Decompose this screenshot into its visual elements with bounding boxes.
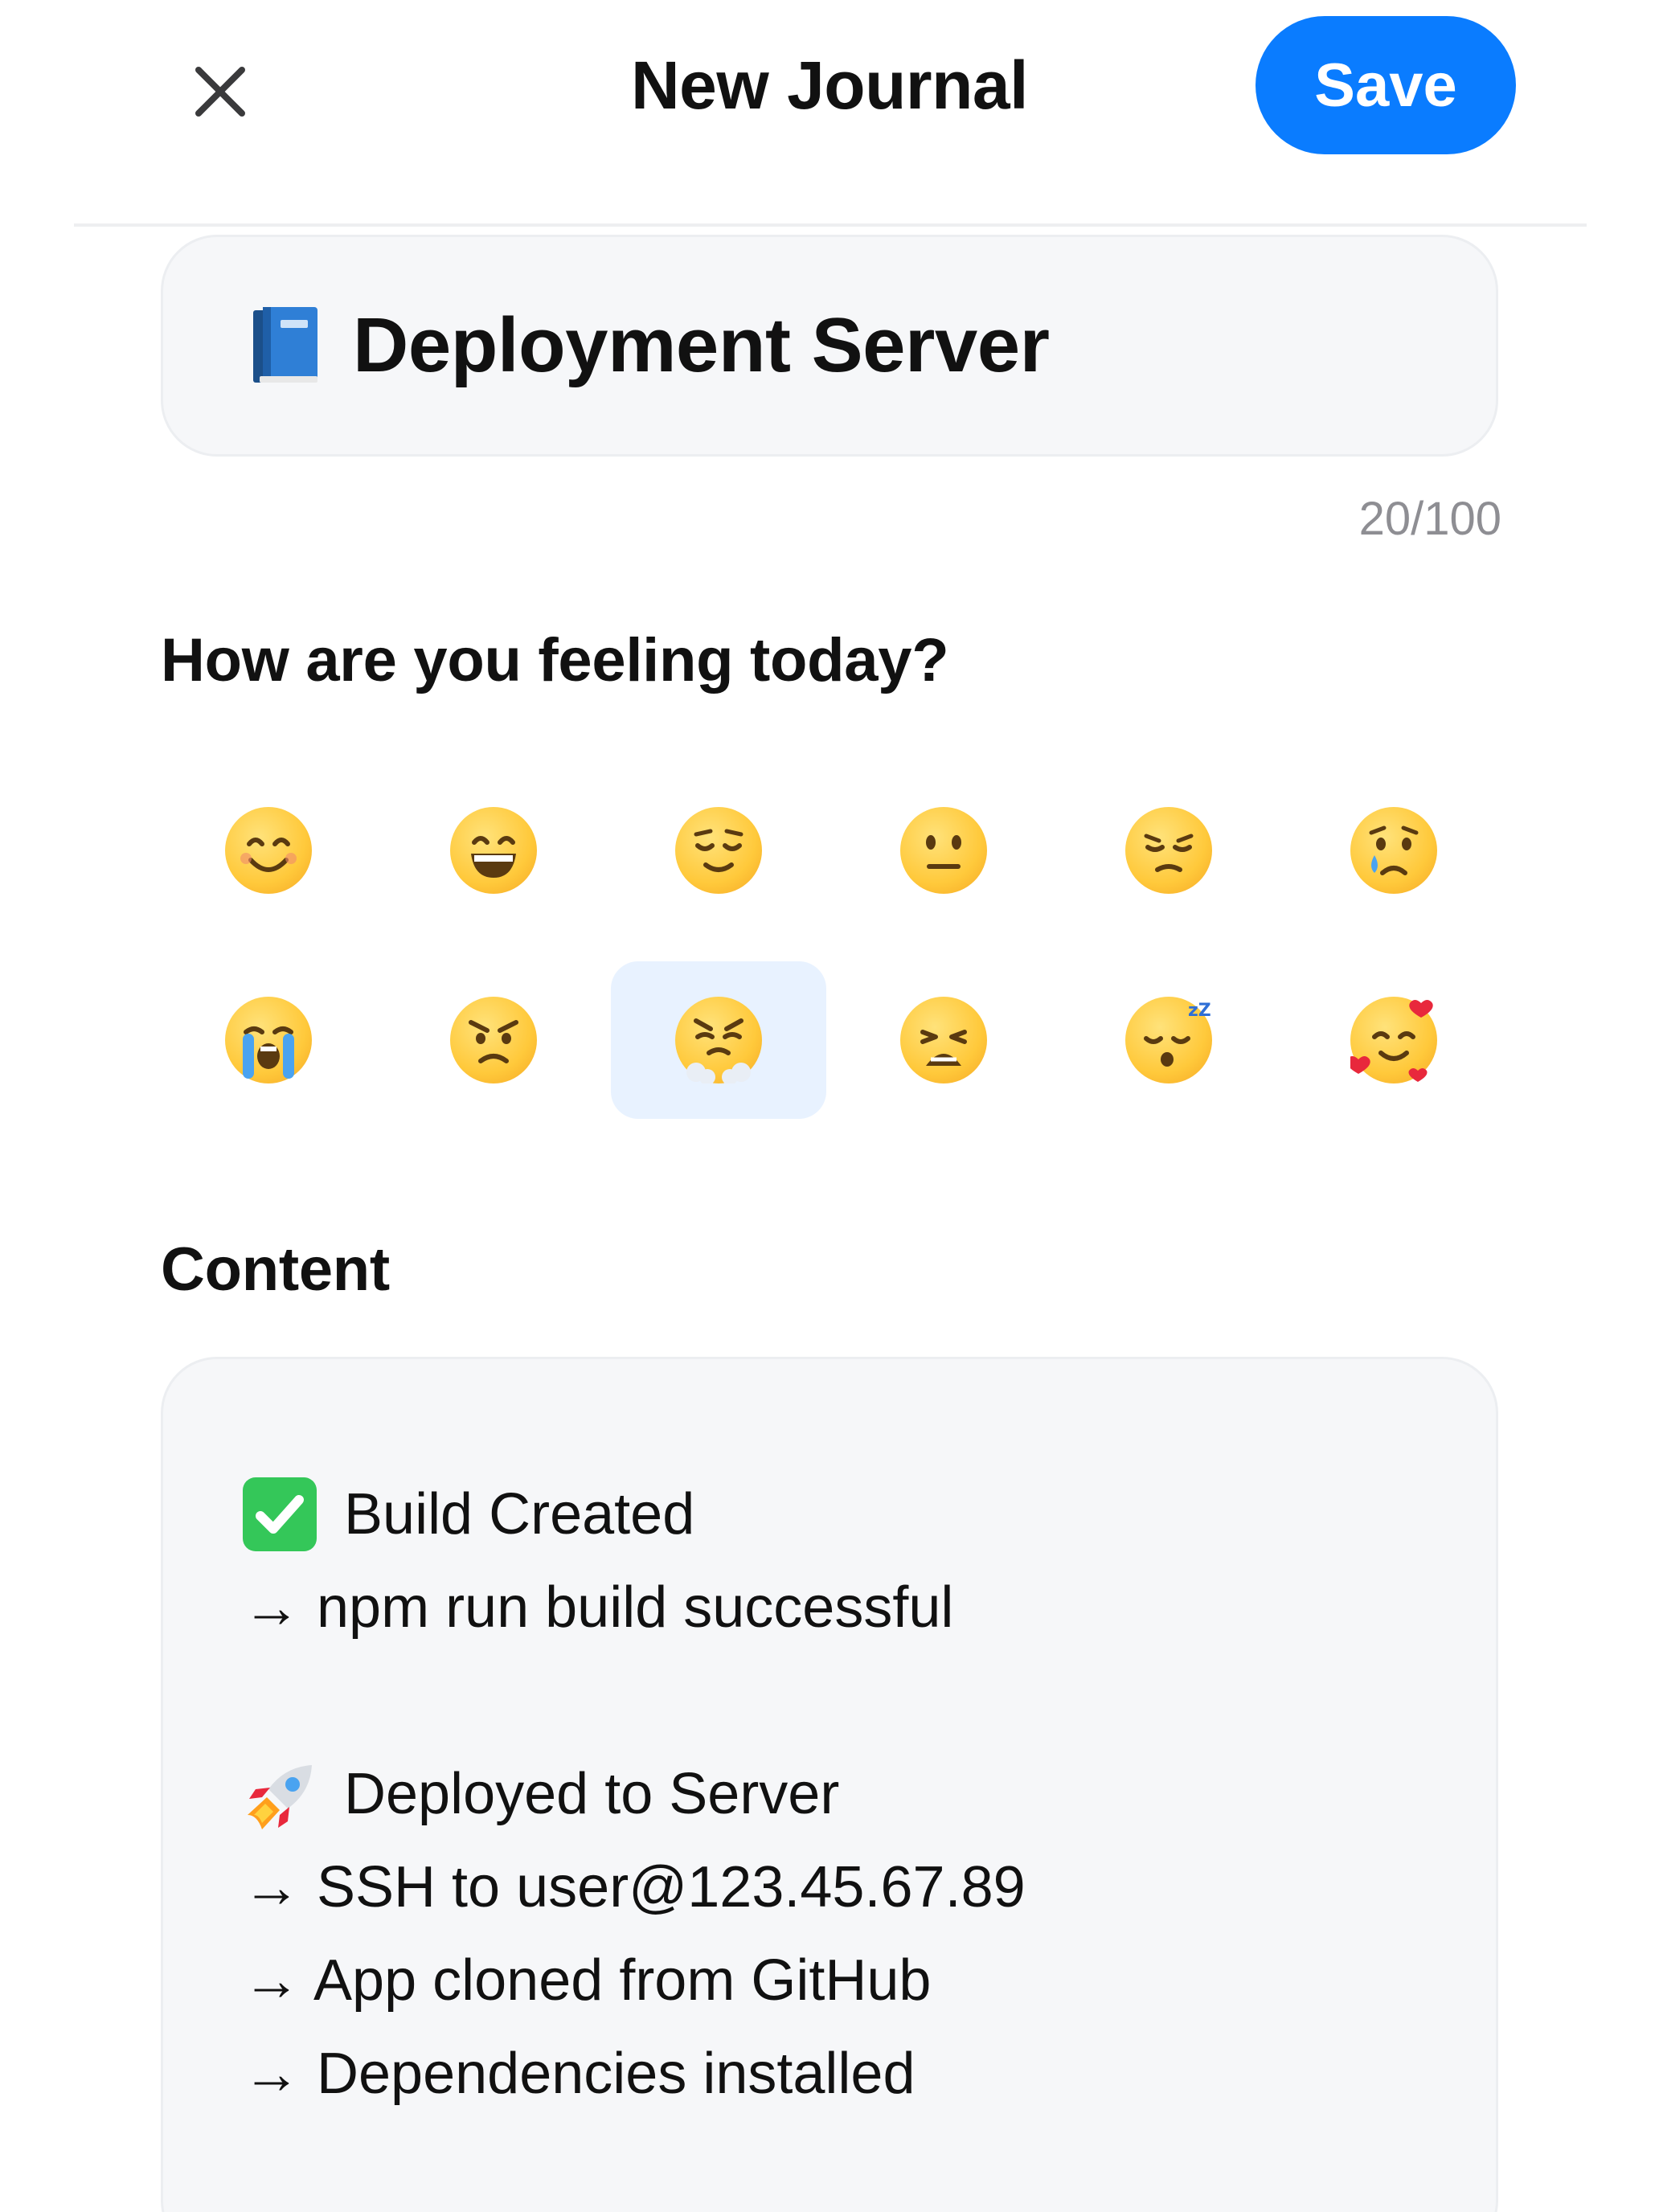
check-mark-icon: [243, 1477, 317, 1551]
content-line: → npm run build successful: [243, 1575, 954, 1640]
smiling-face-icon: [225, 807, 312, 894]
content-line: → App cloned from GitHub: [243, 1948, 932, 2013]
steam-from-nose-face-icon: [675, 997, 762, 1083]
relieved-face-icon: [675, 807, 762, 894]
mood-option-1[interactable]: [161, 772, 376, 929]
mood-option-8[interactable]: [386, 961, 601, 1119]
blue-book-icon: [253, 307, 317, 383]
mood-option-5[interactable]: [1061, 772, 1276, 929]
mood-option-3[interactable]: [611, 772, 826, 929]
sleeping-face-icon: zZ: [1125, 997, 1212, 1083]
mood-option-10[interactable]: [836, 961, 1051, 1119]
save-button[interactable]: Save: [1256, 16, 1516, 154]
angry-face-icon: [450, 997, 537, 1083]
loudly-crying-face-icon: [225, 997, 312, 1083]
content-line: → Dependencies installed: [243, 2042, 916, 2106]
svg-text:zZ: zZ: [1188, 1001, 1211, 1021]
mood-option-2[interactable]: [386, 772, 601, 929]
mood-label: How are you feeling today?: [161, 626, 949, 694]
pensive-face-icon: [1125, 807, 1212, 894]
mood-option-12[interactable]: [1286, 961, 1501, 1119]
content-line: → SSH to user@123.45.67.89: [243, 1855, 1026, 1919]
mood-option-9-selected[interactable]: [611, 961, 826, 1119]
content-line: Build Created: [344, 1482, 695, 1546]
title-field[interactable]: Deployment Server: [161, 235, 1498, 457]
mood-option-6[interactable]: [1286, 772, 1501, 929]
rocket-icon: [248, 1765, 312, 1829]
character-count: 20/100: [1358, 493, 1501, 545]
header-divider: [74, 223, 1587, 227]
mood-option-11[interactable]: zZ: [1061, 961, 1276, 1119]
grinning-face-icon: [450, 807, 537, 894]
content-line: Deployed to Server: [344, 1762, 840, 1826]
mood-option-7[interactable]: [161, 961, 376, 1119]
header: New Journal Save: [0, 0, 1659, 170]
smiling-face-with-hearts-icon: [1350, 997, 1437, 1083]
content-label: Content: [161, 1235, 390, 1304]
neutral-face-icon: [900, 807, 987, 894]
mood-option-4[interactable]: [836, 772, 1051, 929]
new-journal-screen: New Journal Save Deployment Server 20/10…: [0, 0, 1659, 2212]
weary-face-icon: [900, 997, 987, 1083]
title-input[interactable]: Deployment Server: [353, 301, 1050, 390]
crying-face-icon: [1350, 807, 1437, 894]
mood-grid: zZ: [161, 772, 1511, 1125]
